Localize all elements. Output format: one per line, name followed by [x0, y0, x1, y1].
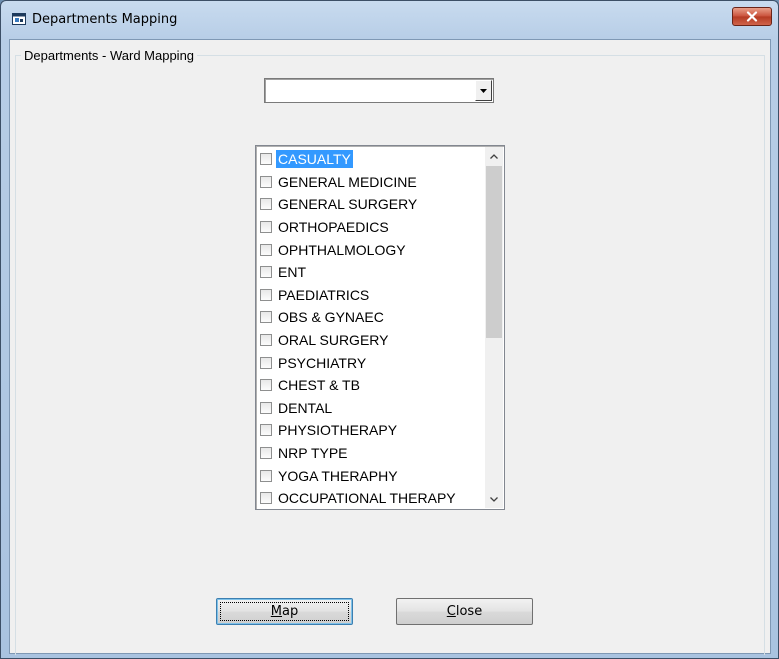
department-list-item[interactable]: PHYSIOTHERAPY — [258, 419, 484, 442]
department-label: OCCUPATIONAL THERAPY — [278, 490, 456, 507]
department-list-item[interactable]: GENERAL SURGERY — [258, 193, 484, 216]
department-checkbox[interactable] — [260, 334, 272, 347]
department-list-item[interactable]: NRP TYPE — [258, 442, 484, 465]
department-checkbox[interactable] — [260, 379, 272, 392]
department-list-item[interactable]: YOGA THERAPHY — [258, 464, 484, 487]
close-button-label: Close — [446, 604, 483, 619]
groupbox-title: Departments - Ward Mapping — [21, 48, 198, 63]
department-checkbox[interactable] — [260, 153, 272, 166]
department-list-item[interactable]: ORAL SURGERY — [258, 329, 484, 352]
department-label: CASUALTY — [276, 150, 353, 169]
department-label: ORTHOPAEDICS — [278, 219, 389, 236]
scroll-down-button[interactable] — [485, 490, 503, 508]
department-list-item[interactable]: PAEDIATRICS — [258, 284, 484, 307]
department-list-item[interactable]: OCCUPATIONAL THERAPY — [258, 487, 484, 509]
department-label: ENT — [278, 264, 306, 281]
department-label: OBS & GYNAEC — [278, 309, 384, 326]
department-checkbox[interactable] — [260, 447, 272, 460]
window-title: Departments Mapping — [32, 12, 178, 27]
department-checkbox[interactable] — [260, 243, 272, 256]
app-icon — [12, 13, 26, 25]
close-icon — [746, 11, 758, 22]
departments-checklist[interactable]: CASUALTY GENERAL MEDICINE GENERAL SURGERY O… — [255, 145, 505, 510]
chevron-down-icon — [480, 88, 487, 93]
department-label: PAEDIATRICS — [278, 286, 370, 303]
department-list-item[interactable]: OPHTHALMOLOGY — [258, 238, 484, 261]
department-list-item[interactable]: OBS & GYNAEC — [258, 306, 484, 329]
department-label: DENTAL — [278, 399, 333, 416]
department-checkbox[interactable] — [260, 424, 272, 437]
dialog-client-area: Departments - Ward Mapping CASUALTY GENER… — [9, 39, 771, 655]
ward-select-dropdown-button[interactable] — [475, 80, 492, 101]
department-checkbox[interactable] — [260, 492, 272, 505]
department-label: PSYCHIATRY — [278, 354, 367, 371]
window-close-button[interactable] — [732, 7, 772, 26]
scroll-thumb[interactable] — [486, 166, 502, 338]
department-label: YOGA THERAPHY — [278, 467, 398, 484]
department-label: ORAL SURGERY — [278, 332, 389, 349]
departments-list-items: CASUALTY GENERAL MEDICINE GENERAL SURGERY O… — [258, 148, 484, 509]
department-label: PHYSIOTHERAPY — [278, 422, 398, 439]
chevron-up-icon — [490, 153, 498, 159]
ward-select[interactable] — [264, 78, 494, 103]
map-button[interactable]: Map — [216, 598, 353, 625]
department-checkbox[interactable] — [260, 311, 272, 324]
department-list-item[interactable]: PSYCHIATRY — [258, 351, 484, 374]
department-list-item[interactable]: CASUALTY — [258, 148, 484, 171]
department-checkbox[interactable] — [260, 401, 272, 414]
department-checkbox[interactable] — [260, 266, 272, 279]
department-label: OPHTHALMOLOGY — [278, 241, 406, 258]
department-list-item[interactable]: ORTHOPAEDICS — [258, 216, 484, 239]
department-checkbox[interactable] — [260, 356, 272, 369]
chevron-down-icon — [490, 496, 498, 502]
department-label: GENERAL MEDICINE — [278, 173, 417, 190]
department-checkbox[interactable] — [260, 175, 272, 188]
department-list-item[interactable]: ENT — [258, 261, 484, 284]
close-button[interactable]: Close — [396, 598, 533, 625]
department-label: GENERAL SURGERY — [278, 196, 418, 213]
department-list-item[interactable]: DENTAL — [258, 397, 484, 420]
dialog-window: Departments Mapping Departments - Ward M… — [0, 0, 779, 659]
title-bar[interactable]: Departments Mapping — [1, 1, 778, 39]
department-list-item[interactable]: GENERAL MEDICINE — [258, 171, 484, 194]
scroll-up-button[interactable] — [485, 147, 503, 165]
department-checkbox[interactable] — [260, 288, 272, 301]
focus-rectangle — [220, 602, 349, 621]
department-checkbox[interactable] — [260, 221, 272, 234]
department-list-item[interactable]: CHEST & TB — [258, 374, 484, 397]
department-checkbox[interactable] — [260, 469, 272, 482]
list-scrollbar[interactable] — [485, 147, 503, 508]
department-label: NRP TYPE — [278, 445, 348, 462]
department-checkbox[interactable] — [260, 198, 272, 211]
department-label: CHEST & TB — [278, 377, 360, 394]
